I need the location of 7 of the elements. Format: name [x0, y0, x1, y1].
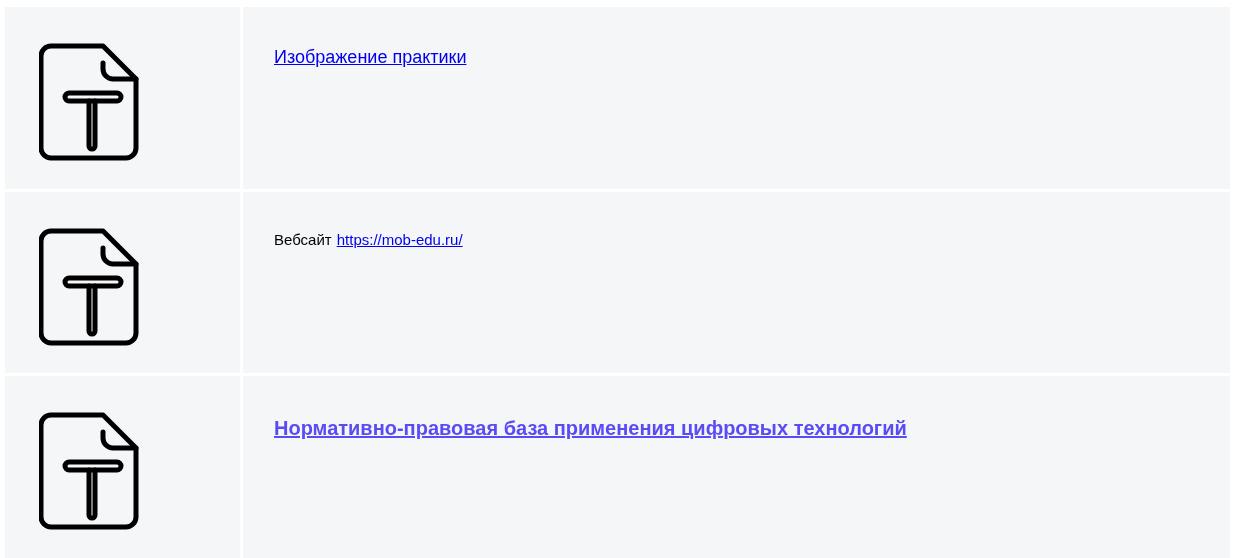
- text-file-icon: [39, 412, 139, 531]
- text-file-icon: [39, 227, 139, 346]
- label-text: Вебсайт: [274, 229, 332, 250]
- practice-link[interactable]: Изображение практики: [274, 47, 467, 67]
- text-file-icon: [39, 43, 139, 161]
- document-link[interactable]: Нормативно-правовая база применения цифровых технологий: [274, 417, 907, 440]
- website-link[interactable]: https://mob-edu.ru/: [336, 228, 463, 252]
